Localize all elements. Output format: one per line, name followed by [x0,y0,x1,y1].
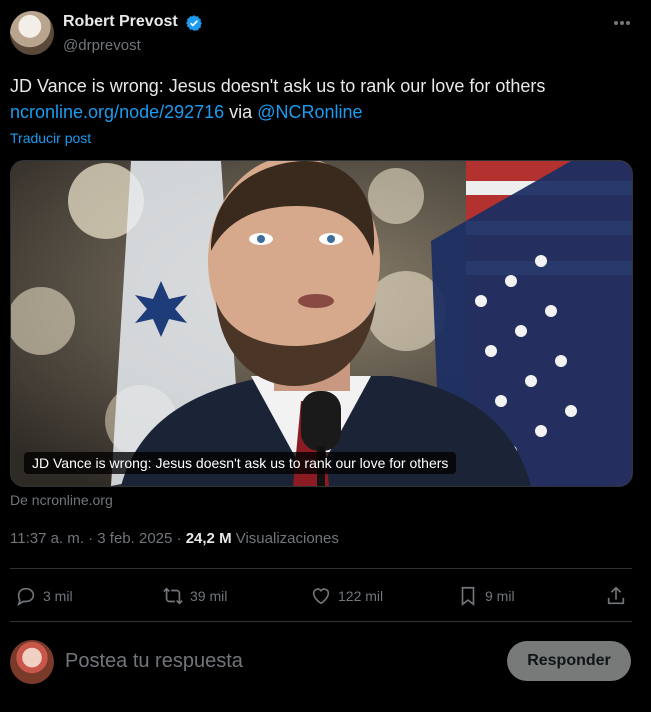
share-button[interactable] [605,584,627,608]
tweet-link[interactable]: ncronline.org/node/292716 [10,102,224,122]
share-icon [607,586,625,605]
post-date[interactable]: 3 feb. 2025 [97,530,172,547]
verified-badge-icon [186,15,202,31]
author-handle[interactable]: @drprevost [63,37,141,54]
reply-button[interactable]: 3 mil [15,584,73,608]
user-avatar[interactable] [10,640,54,684]
divider [10,568,632,569]
via-handle-link[interactable]: @NCRonline [257,102,362,122]
divider [10,621,632,622]
post-time[interactable]: 11:37 a. m. [10,530,84,547]
like-button[interactable]: 122 mil [310,584,383,608]
via-text: via [224,102,258,122]
card-source[interactable]: De ncronline.org [10,492,113,508]
bookmark-count: 9 mil [485,588,515,604]
reply-submit-button[interactable]: Responder [507,641,631,681]
repost-button[interactable]: 39 mil [162,584,227,608]
meta-separator: · [172,530,186,547]
translate-post-link[interactable]: Traducir post [10,130,91,146]
meta-separator: · [83,530,98,547]
reply-icon [17,587,35,607]
heart-icon [312,588,330,605]
card-photo [11,161,632,486]
views-label: Visualizaciones [231,530,339,547]
link-card-image[interactable] [10,160,633,487]
repost-count: 39 mil [190,588,228,604]
card-caption: JD Vance is wrong: Jesus doesn't ask us … [24,452,457,474]
bookmark-icon [461,586,475,606]
bookmark-button[interactable]: 9 mil [457,584,515,608]
views-count: 24,2 M [185,530,232,547]
post-meta: 11:37 a. m. · 3 feb. 2025 · 24,2 M Visua… [10,530,339,547]
author-name[interactable]: Robert Prevost [63,13,178,31]
reply-count: 3 mil [43,588,73,604]
reply-input[interactable]: Postea tu respuesta [65,650,243,673]
tweet-line: JD Vance is wrong: Jesus doesn't ask us … [10,76,546,96]
repost-icon [163,587,183,605]
like-count: 122 mil [338,588,384,604]
tweet-text: JD Vance is wrong: Jesus doesn't ask us … [10,73,630,125]
more-options-icon[interactable] [607,10,637,36]
author-avatar[interactable] [10,11,54,55]
